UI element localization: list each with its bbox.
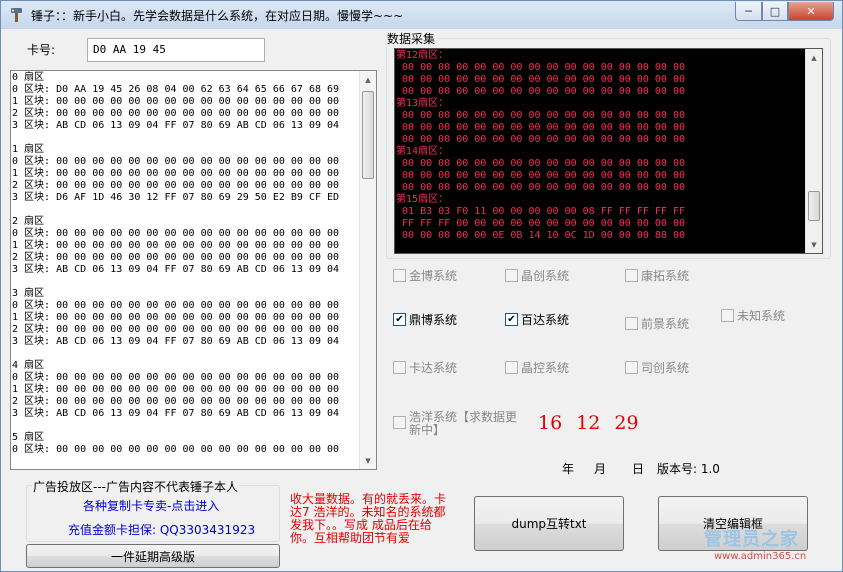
ad-group-title: 广告投放区---广告内容不代表锤子本人 <box>32 478 239 495</box>
date-month: 12 <box>576 412 601 434</box>
system-checkbox-baida[interactable]: ✔ 百达系统 <box>505 311 569 328</box>
window-title: 锤子：：新手小白。先学会数据是什么系统，在对应日期。慢慢学~~~ <box>31 9 404 23</box>
system-checkbox-sichuang[interactable]: 司创系统 <box>625 359 689 376</box>
system-label: 鼎博系统 <box>409 313 458 327</box>
hammer-app-icon <box>9 7 25 23</box>
checkbox-icon[interactable] <box>393 416 406 429</box>
scroll-up-arrow-icon[interactable]: ▲ <box>806 49 822 66</box>
extend-premium-button[interactable]: 一件延期高级版 <box>26 544 280 568</box>
data-collect-title: 数据采集 <box>385 30 438 47</box>
system-checkbox-jingkong[interactable]: 晶控系统 <box>505 359 569 376</box>
date-display: 16 12 29 <box>538 412 653 434</box>
dump-to-txt-button[interactable]: dump互转txt <box>474 496 624 551</box>
watermark-url: www.admin365.cn <box>714 551 807 562</box>
scroll-down-arrow-icon[interactable]: ▼ <box>806 236 822 253</box>
system-checkbox-weizhi[interactable]: 未知系统 <box>721 307 785 324</box>
system-label: 百达系统 <box>521 313 570 327</box>
checkmark-icon[interactable]: ✔ <box>393 313 406 326</box>
system-checkbox-jingchuang[interactable]: 晶创系统 <box>505 267 569 284</box>
sector-dump-text: 0 扇区 0 区块: D0 AA 19 45 26 08 04 00 62 63… <box>12 72 340 455</box>
system-label: 金博系统 <box>409 269 458 283</box>
scroll-thumb[interactable] <box>808 191 820 221</box>
minimize-button[interactable]: ─ <box>735 2 762 21</box>
system-label: 前景系统 <box>641 317 690 331</box>
date-day: 29 <box>614 412 639 434</box>
checkbox-icon[interactable] <box>625 269 638 282</box>
scroll-up-arrow-icon[interactable]: ▲ <box>360 71 376 88</box>
year-label: 年 <box>562 462 575 476</box>
console-scrollbar[interactable]: ▲ ▼ <box>805 49 822 253</box>
checkmark-icon[interactable]: ✔ <box>505 313 518 326</box>
scroll-thumb[interactable] <box>362 91 374 179</box>
data-request-note: 收大量数据。有的就丢来。卡达7 浩洋的。未知名的系统都发我下。。写成 成品后在给… <box>290 492 447 545</box>
system-checkbox-qianjing[interactable]: 前景系统 <box>625 315 689 332</box>
system-label: 浩洋系统【求数据更新中】 <box>409 410 518 437</box>
day-label: 日 <box>632 462 645 476</box>
ad-qq-link[interactable]: 充值金额卡担保: QQ3303431923 <box>68 521 255 538</box>
month-label: 月 <box>594 462 607 476</box>
checkbox-icon[interactable] <box>505 361 518 374</box>
scroll-down-arrow-icon[interactable]: ▼ <box>360 452 376 469</box>
dump-scrollbar[interactable]: ▲ ▼ <box>359 71 376 469</box>
maximize-button[interactable]: □ <box>762 2 788 21</box>
close-button[interactable]: ✕ <box>788 2 834 21</box>
checkbox-icon[interactable] <box>505 269 518 282</box>
version-label: 版本号: 1.0 <box>657 462 720 476</box>
system-label: 司创系统 <box>641 361 690 375</box>
site-watermark: 管理员之家 www.admin365.cn <box>704 525 820 569</box>
system-checkbox-kangtuo[interactable]: 康拓系统 <box>625 267 689 284</box>
system-checkbox-haoyang[interactable]: 浩洋系统【求数据更新中】 <box>393 411 519 437</box>
title-bar: 锤子：：新手小白。先学会数据是什么系统，在对应日期。慢慢学~~~ ─ □ ✕ <box>1 1 842 29</box>
system-label: 晶创系统 <box>521 269 570 283</box>
system-label: 晶控系统 <box>521 361 570 375</box>
date-year: 16 <box>538 412 563 434</box>
system-checkbox-jinbo[interactable]: 金博系统 <box>393 267 457 284</box>
system-checkbox-kada[interactable]: 卡达系统 <box>393 359 457 376</box>
card-number-label: 卡号: <box>27 43 56 57</box>
checkbox-icon[interactable] <box>721 309 734 322</box>
watermark-name: 管理员之家 <box>704 529 799 550</box>
ad-shop-link[interactable]: 各种复制卡专卖-点击进入 <box>83 497 219 514</box>
card-number-input[interactable]: D0 AA 19 45 <box>87 38 265 62</box>
checkbox-icon[interactable] <box>393 361 406 374</box>
app-window: 锤子：：新手小白。先学会数据是什么系统，在对应日期。慢慢学~~~ ─ □ ✕ 卡… <box>0 0 843 572</box>
checkbox-icon[interactable] <box>625 317 638 330</box>
system-label: 卡达系统 <box>409 361 458 375</box>
collect-console-text: 第12扇区： 00 00 00 00 00 00 00 00 00 00 00 … <box>396 50 685 241</box>
sector-dump-listbox[interactable]: 0 扇区 0 区块: D0 AA 19 45 26 08 04 00 62 63… <box>10 70 377 470</box>
system-checkbox-dingbo[interactable]: ✔ 鼎博系统 <box>393 311 457 328</box>
collect-console[interactable]: 第12扇区： 00 00 00 00 00 00 00 00 00 00 00 … <box>394 48 823 254</box>
system-label: 康拓系统 <box>641 269 690 283</box>
system-label: 未知系统 <box>737 309 786 323</box>
checkbox-icon[interactable] <box>393 269 406 282</box>
checkbox-icon[interactable] <box>625 361 638 374</box>
